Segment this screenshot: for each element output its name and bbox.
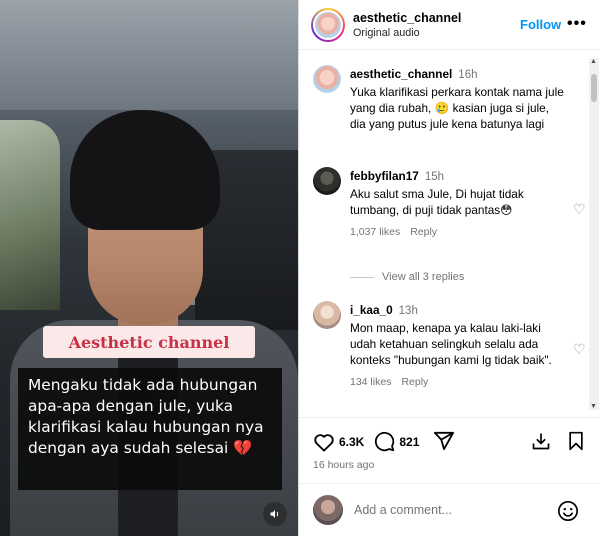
comment-text: Mon maap, kenapa ya kalau laki-laki udah… (350, 321, 552, 367)
comment-input[interactable] (354, 503, 554, 517)
avatar[interactable] (313, 167, 341, 195)
video-person (70, 110, 220, 230)
post-header: aesthetic_channel Original audio Follow … (299, 0, 600, 50)
video-channel-tag: Aesthetic channel (43, 326, 255, 358)
comment-time: 16h (458, 69, 478, 81)
video-background (0, 120, 60, 310)
comment-time: 13h (398, 305, 418, 317)
comment-username[interactable]: aesthetic_channel (350, 67, 452, 81)
view-replies-label: View all 3 replies (382, 271, 465, 283)
heart-icon[interactable] (313, 432, 335, 452)
avatar (313, 495, 343, 525)
post-viewer: Aesthetic channel Mengaku tidak ada hubu… (0, 0, 600, 536)
add-comment-bar (299, 483, 600, 536)
scrollbar[interactable]: ▲ ▼ (589, 58, 599, 410)
reply-button[interactable]: Reply (410, 226, 437, 238)
avatar[interactable] (311, 7, 345, 42)
video-caption: Mengaku tidak ada hubungan apa-apa denga… (18, 368, 282, 490)
comment-text: Aku salut sma Jule, Di hujat tidak tumba… (350, 187, 524, 217)
avatar[interactable] (313, 65, 341, 93)
comment-icon[interactable] (374, 431, 395, 452)
avatar[interactable] (313, 301, 341, 329)
view-replies-button[interactable]: View all 3 replies (350, 271, 464, 283)
comments-list[interactable]: aesthetic_channel 16h Yuka klarifikasi pe… (299, 51, 600, 416)
reply-button[interactable]: Reply (401, 376, 428, 388)
bookmark-icon[interactable] (567, 431, 585, 451)
header-username[interactable]: aesthetic_channel (353, 11, 461, 25)
like-count[interactable]: 6.3K (339, 435, 364, 449)
video-player[interactable]: Aesthetic channel Mengaku tidak ada hubu… (0, 0, 298, 536)
audio-label[interactable]: Original audio (353, 27, 461, 39)
mute-icon[interactable] (263, 502, 287, 526)
like-count: 134 likes (350, 376, 392, 388)
follow-button[interactable]: Follow (520, 17, 561, 32)
share-icon[interactable] (433, 431, 455, 451)
download-icon[interactable] (531, 431, 551, 451)
post-time[interactable]: 16 hours ago (313, 459, 374, 471)
more-options-icon[interactable]: ••• (567, 15, 587, 33)
heart-icon[interactable]: ♡ (573, 201, 586, 218)
heart-icon[interactable]: ♡ (573, 341, 586, 358)
comment-count: 821 (399, 434, 420, 449)
comment-username[interactable]: i_kaa_0 (350, 303, 393, 317)
like-count: 1,037 likes (350, 226, 401, 238)
comment-text: Yuka klarifikasi perkara kontak nama jul… (350, 85, 564, 131)
video-background (0, 0, 298, 110)
comment-username[interactable]: febbyfilan17 (350, 169, 419, 183)
comment-time: 15h (424, 171, 445, 183)
post-side-panel: aesthetic_channel Original audio Follow … (298, 0, 600, 536)
emoji-icon[interactable] (557, 500, 579, 522)
